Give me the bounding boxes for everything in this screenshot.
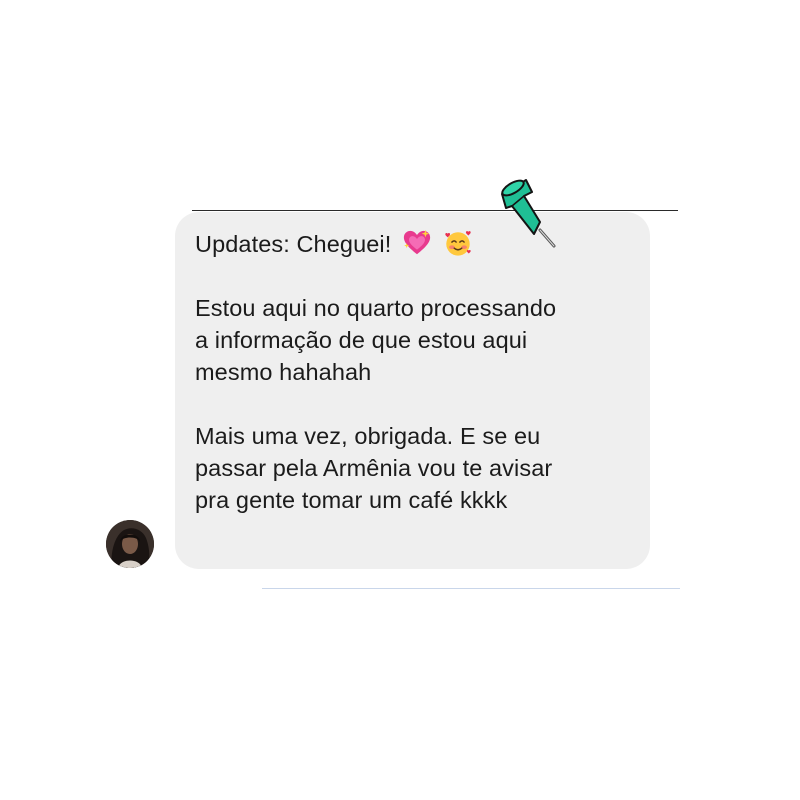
bottom-divider-line [262, 588, 680, 589]
message-paragraph-1: Estou aqui no quarto processando a infor… [195, 292, 630, 388]
top-divider-line [192, 210, 678, 211]
pushpin-icon [501, 179, 556, 248]
message-bubble[interactable]: Updates: Cheguei! Estou aqui no quarto p… [175, 212, 650, 569]
message-paragraph-2: Mais uma vez, obrigada. E se eu passar p… [195, 420, 630, 516]
message-line: passar pela Armênia vou te avisar [195, 455, 553, 481]
message-line: a informação de que estou aqui [195, 327, 528, 353]
message-line: pra gente tomar um café kkkk [195, 487, 508, 513]
profile-photo [106, 520, 154, 568]
smiling-face-with-hearts-icon [444, 231, 471, 256]
message-header-text: Updates: Cheguei! [195, 231, 392, 257]
message-line: Estou aqui no quarto processando [195, 295, 557, 321]
message-line: Mais uma vez, obrigada. E se eu [195, 423, 541, 449]
sparkling-heart-icon [403, 229, 431, 255]
avatar[interactable] [106, 520, 154, 568]
message-line: mesmo hahahah [195, 359, 372, 385]
